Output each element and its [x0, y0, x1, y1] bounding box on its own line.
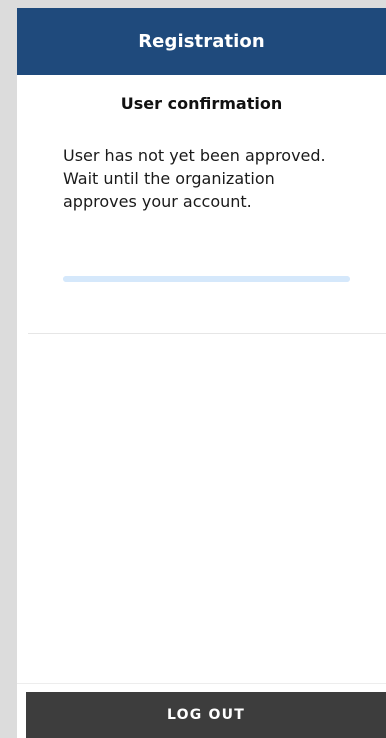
progress-bar: [63, 276, 350, 282]
section-title: User confirmation: [120, 94, 283, 113]
app-header: Registration: [17, 8, 386, 75]
footer-divider: [17, 683, 386, 684]
app-screen: Registration User confirmation User has …: [17, 8, 386, 738]
divider: [28, 333, 386, 334]
progress-bar-fill: [63, 276, 350, 282]
logout-button[interactable]: LOG OUT: [26, 692, 386, 738]
header-title: Registration: [138, 31, 265, 52]
confirmation-message: User has not yet been approved. Wait unt…: [63, 146, 326, 211]
